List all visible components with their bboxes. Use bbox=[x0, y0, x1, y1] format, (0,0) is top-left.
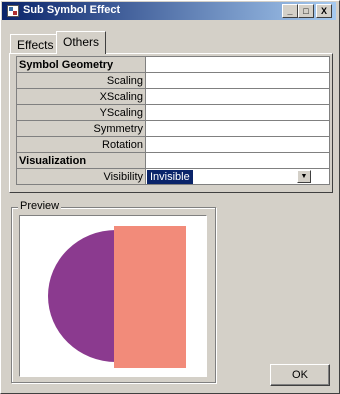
section-row-visualization: Visualization bbox=[16, 152, 330, 169]
preview-canvas bbox=[19, 215, 207, 377]
symmetry-label: Symmetry bbox=[16, 120, 146, 137]
symmetry-value[interactable] bbox=[145, 120, 330, 137]
title-bar[interactable]: Sub Symbol Effect _ □ X bbox=[2, 2, 336, 20]
tab-effects[interactable]: Effects bbox=[10, 34, 61, 53]
visibility-label: Visibility bbox=[16, 168, 146, 185]
ok-button[interactable]: OK bbox=[270, 364, 330, 386]
section-header-spacer bbox=[145, 56, 330, 73]
preview-rectangle bbox=[114, 226, 186, 368]
minimize-button[interactable]: _ bbox=[282, 4, 298, 18]
visibility-select[interactable]: Invisible ▼ bbox=[145, 168, 330, 185]
section-row-symbol-geometry: Symbol Geometry bbox=[16, 56, 330, 73]
section-header-visualization: Visualization bbox=[16, 152, 146, 169]
preview-group-label: Preview bbox=[18, 200, 62, 212]
scaling-value[interactable] bbox=[145, 72, 330, 89]
property-row-xscaling: XScaling bbox=[16, 88, 330, 105]
visibility-value: Invisible bbox=[147, 170, 193, 184]
rotation-value[interactable] bbox=[145, 136, 330, 153]
property-row-symmetry: Symmetry bbox=[16, 120, 330, 137]
xscaling-value[interactable] bbox=[145, 88, 330, 105]
xscaling-label: XScaling bbox=[16, 88, 146, 105]
preview-symbol bbox=[48, 226, 186, 368]
section-header-spacer bbox=[145, 152, 330, 169]
window-title: Sub Symbol Effect bbox=[23, 4, 121, 16]
close-button[interactable]: X bbox=[316, 4, 332, 18]
preview-semicircle bbox=[48, 230, 116, 362]
property-row-visibility: Visibility Invisible ▼ bbox=[16, 168, 330, 185]
property-row-scaling: Scaling bbox=[16, 72, 330, 89]
yscaling-value[interactable] bbox=[145, 104, 330, 121]
property-grid: Symbol Geometry Scaling XScaling YScalin… bbox=[16, 56, 330, 185]
rotation-label: Rotation bbox=[16, 136, 146, 153]
section-header-symbol-geometry: Symbol Geometry bbox=[16, 56, 146, 73]
scaling-label: Scaling bbox=[16, 72, 146, 89]
property-row-rotation: Rotation bbox=[16, 136, 330, 153]
app-icon bbox=[7, 5, 19, 17]
yscaling-label: YScaling bbox=[16, 104, 146, 121]
property-row-yscaling: YScaling bbox=[16, 104, 330, 121]
dropdown-arrow-icon[interactable]: ▼ bbox=[297, 170, 311, 183]
tab-others[interactable]: Others bbox=[56, 31, 107, 54]
maximize-button[interactable]: □ bbox=[298, 4, 314, 18]
